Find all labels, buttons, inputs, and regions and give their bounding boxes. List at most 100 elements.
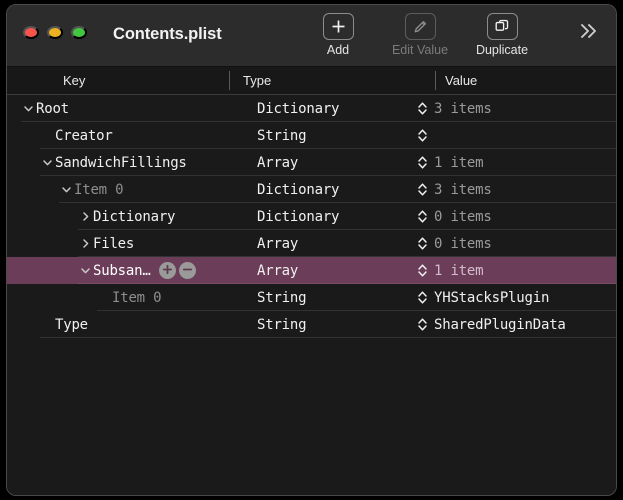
row-key-label: Root <box>36 100 69 117</box>
value-stepper-icon[interactable] <box>417 155 428 170</box>
table-row[interactable]: Item 0 String YHStacksPlugin <box>7 284 616 311</box>
row-value-label: 0 items <box>434 208 492 225</box>
value-stepper-icon[interactable] <box>417 101 428 116</box>
column-divider-key-type[interactable] <box>229 71 230 90</box>
row-value-label: YHStacksPlugin <box>434 289 550 306</box>
row-key-cell: Item 0 <box>97 284 162 311</box>
row-value-label: 3 items <box>434 100 492 117</box>
column-divider-type-value[interactable] <box>435 71 436 90</box>
row-type-cell[interactable]: Array <box>257 149 298 176</box>
double-chevron-right-icon <box>578 24 600 43</box>
value-stepper-icon[interactable] <box>417 128 428 143</box>
row-value-label: 0 items <box>434 235 492 252</box>
column-header-key[interactable]: Key <box>63 73 85 88</box>
plist-editor-window: Contents.plist Add Edit Value Duplicate … <box>6 4 617 496</box>
row-type-cell[interactable]: String <box>257 284 307 311</box>
row-key-label: Dictionary <box>93 208 176 225</box>
table-row[interactable]: Type String SharedPluginData <box>7 311 616 338</box>
row-key-label: Type <box>55 316 88 333</box>
toolbar: Add Edit Value Duplicate <box>307 13 533 57</box>
row-key-label: SandwichFillings <box>55 154 187 171</box>
chevron-right-icon[interactable] <box>78 238 93 249</box>
row-key-label: Creator <box>55 127 113 144</box>
row-value-cell[interactable]: 3 items <box>417 176 492 203</box>
add-row-button[interactable] <box>158 262 176 279</box>
row-value-cell[interactable]: 1 item <box>417 257 484 284</box>
row-value-label: 1 item <box>434 262 484 279</box>
table-column-header: Key Type Value <box>7 67 616 95</box>
minimize-button[interactable] <box>47 26 63 39</box>
traffic-light-group <box>23 26 87 39</box>
row-key-cell: Files <box>78 230 134 257</box>
row-value-label: 3 items <box>434 181 492 198</box>
row-type-cell[interactable]: Dictionary <box>257 203 339 230</box>
chevron-right-icon[interactable] <box>78 211 93 222</box>
row-value-cell[interactable] <box>417 122 434 149</box>
row-action-buttons <box>158 262 196 279</box>
edit-value-button[interactable]: Edit Value <box>389 13 451 57</box>
table-row[interactable]: Files Array 0 items <box>7 230 616 257</box>
value-stepper-icon[interactable] <box>417 263 428 278</box>
row-type-cell[interactable]: Array <box>257 257 298 284</box>
chevron-down-icon[interactable] <box>40 157 55 168</box>
value-stepper-icon[interactable] <box>417 236 428 251</box>
close-button[interactable] <box>23 26 39 39</box>
window-title: Contents.plist <box>113 25 222 43</box>
add-button-label: Add <box>326 43 350 57</box>
remove-row-button[interactable] <box>178 262 196 279</box>
row-value-cell[interactable]: 0 items <box>417 230 492 257</box>
row-value-label: SharedPluginData <box>434 316 566 333</box>
value-stepper-icon[interactable] <box>417 317 428 332</box>
row-key-cell: Type <box>40 311 88 338</box>
row-key-label: Item 0 <box>74 181 124 198</box>
row-key-cell: Subsan… <box>78 257 196 284</box>
table-row[interactable]: Subsan… Array 1 item <box>7 257 616 284</box>
column-header-type[interactable]: Type <box>243 73 271 88</box>
window-titlebar: Contents.plist Add Edit Value Duplicate <box>7 5 616 67</box>
duplicate-button-label: Duplicate <box>475 43 529 57</box>
row-value-label: 1 item <box>434 154 484 171</box>
zoom-button[interactable] <box>71 26 87 39</box>
edit-value-button-label: Edit Value <box>391 43 449 57</box>
chevron-down-icon[interactable] <box>59 184 74 195</box>
value-stepper-icon[interactable] <box>417 290 428 305</box>
value-stepper-icon[interactable] <box>417 182 428 197</box>
row-type-cell[interactable]: String <box>257 311 307 338</box>
pencil-icon <box>404 13 436 40</box>
plus-icon <box>322 13 354 40</box>
row-value-cell[interactable]: YHStacksPlugin <box>417 284 549 311</box>
chevron-down-icon[interactable] <box>78 265 93 276</box>
row-separator <box>40 337 616 338</box>
column-header-value[interactable]: Value <box>445 73 477 88</box>
table-row[interactable]: Dictionary Dictionary 0 items <box>7 203 616 230</box>
minus-circle-icon <box>182 263 193 278</box>
row-type-cell[interactable]: Dictionary <box>257 95 339 122</box>
row-value-cell[interactable]: 3 items <box>417 95 492 122</box>
duplicate-button[interactable]: Duplicate <box>471 13 533 57</box>
row-key-cell: Dictionary <box>78 203 175 230</box>
row-key-cell: Item 0 <box>59 176 124 203</box>
table-row[interactable]: Creator String <box>7 122 616 149</box>
value-stepper-icon[interactable] <box>417 209 428 224</box>
chevron-down-icon[interactable] <box>21 103 36 114</box>
row-key-cell: Root <box>21 95 69 122</box>
duplicate-icon <box>486 13 518 40</box>
row-value-cell[interactable]: 0 items <box>417 203 492 230</box>
table-row[interactable]: SandwichFillings Array 1 item <box>7 149 616 176</box>
row-type-cell[interactable]: Dictionary <box>257 176 339 203</box>
table-row[interactable]: Item 0 Dictionary 3 items <box>7 176 616 203</box>
row-value-cell[interactable]: 1 item <box>417 149 484 176</box>
row-key-label: Subsan… <box>93 262 151 279</box>
row-key-cell: Creator <box>40 122 113 149</box>
row-type-cell[interactable]: Array <box>257 230 298 257</box>
row-key-label: Item 0 <box>112 289 162 306</box>
plist-tree-table: Root Dictionary 3 items Creator String Sandwi… <box>7 95 616 495</box>
table-row[interactable]: Root Dictionary 3 items <box>7 95 616 122</box>
row-value-cell[interactable]: SharedPluginData <box>417 311 566 338</box>
plus-circle-icon <box>162 263 173 278</box>
row-key-cell: SandwichFillings <box>40 149 187 176</box>
row-key-label: Files <box>93 235 135 252</box>
row-type-cell[interactable]: String <box>257 122 307 149</box>
toolbar-overflow-button[interactable] <box>578 22 600 42</box>
add-button[interactable]: Add <box>307 13 369 57</box>
